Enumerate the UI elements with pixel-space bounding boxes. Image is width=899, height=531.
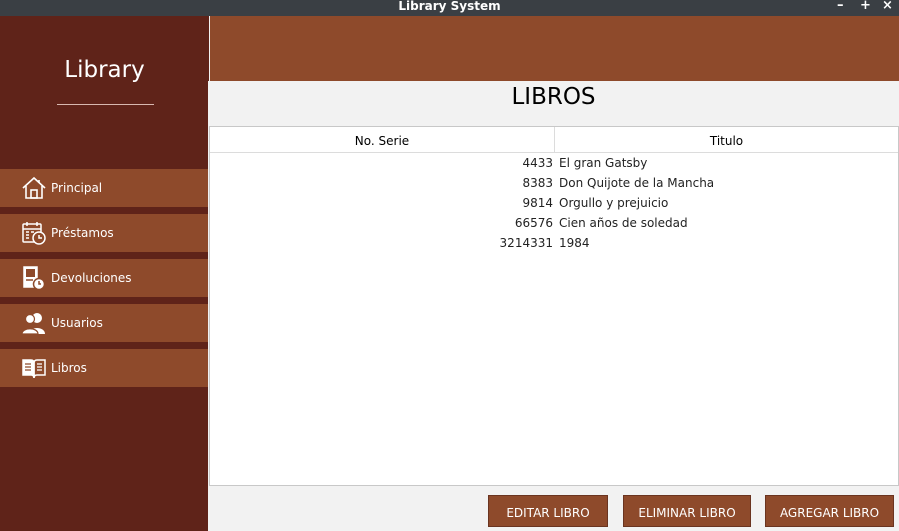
column-header-serie[interactable]: No. Serie — [210, 127, 555, 152]
cell-serie: 9814 — [522, 196, 553, 210]
brand-divider — [57, 104, 154, 105]
calendar-clock-icon — [21, 220, 47, 246]
cell-titulo: El gran Gatsby — [559, 156, 648, 170]
page-title: LIBROS — [511, 84, 596, 110]
brand-title: Library — [64, 57, 145, 83]
table-row[interactable]: 66576 Cien años de soledad — [210, 213, 898, 233]
sidebar-item-principal[interactable]: Principal — [0, 169, 208, 207]
cell-titulo: Don Quijote de la Mancha — [559, 176, 715, 190]
maximize-button[interactable]: + — [860, 0, 871, 12]
close-button[interactable]: × — [882, 0, 893, 12]
cell-serie: 4433 — [522, 156, 553, 170]
window-title: Library System — [398, 0, 501, 13]
header-band — [210, 16, 899, 81]
table-body: 4433 El gran Gatsby 8383 Don Quijote de … — [210, 153, 898, 253]
main-content: LIBROS No. Serie Titulo 4433 El gran Gat… — [208, 81, 899, 531]
cell-titulo: 1984 — [559, 236, 590, 250]
minimize-button[interactable]: – — [837, 0, 844, 12]
sidebar-item-devoluciones[interactable]: Devoluciones — [0, 259, 208, 297]
edit-book-button[interactable]: EDITAR LIBRO — [488, 495, 608, 527]
cell-serie: 66576 — [514, 216, 553, 230]
table-row[interactable]: 4433 El gran Gatsby — [210, 153, 898, 173]
add-book-button[interactable]: AGREGAR LIBRO — [765, 495, 894, 527]
table-header: No. Serie Titulo — [210, 127, 898, 153]
table-row[interactable]: 8383 Don Quijote de la Mancha — [210, 173, 898, 193]
sidebar-item-label: Principal — [51, 181, 103, 195]
cell-titulo: Cien años de soledad — [559, 216, 688, 230]
column-header-titulo[interactable]: Titulo — [555, 127, 898, 152]
sidebar-item-label: Libros — [51, 361, 87, 375]
cell-serie: 8383 — [522, 176, 553, 190]
users-icon — [21, 310, 47, 336]
sidebar-item-prestamos[interactable]: Préstamos — [0, 214, 208, 252]
table-row[interactable]: 3214331 1984 — [210, 233, 898, 253]
books-table[interactable]: No. Serie Titulo 4433 El gran Gatsby 838… — [209, 126, 899, 486]
home-icon — [21, 175, 47, 201]
sidebar: Library Principal Préstamos Devoluciones… — [0, 16, 210, 531]
window-titlebar: Library System – + × — [0, 0, 899, 16]
sidebar-item-label: Préstamos — [51, 226, 114, 240]
book-icon — [21, 355, 47, 381]
table-row[interactable]: 9814 Orgullo y prejuicio — [210, 193, 898, 213]
cell-titulo: Orgullo y prejuicio — [559, 196, 669, 210]
return-document-icon — [21, 265, 47, 291]
cell-serie: 3214331 — [499, 236, 553, 250]
sidebar-item-libros[interactable]: Libros — [0, 349, 210, 387]
sidebar-item-label: Usuarios — [51, 316, 103, 330]
sidebar-item-usuarios[interactable]: Usuarios — [0, 304, 208, 342]
sidebar-item-label: Devoluciones — [51, 271, 132, 285]
delete-book-button[interactable]: ELIMINAR LIBRO — [623, 495, 751, 527]
